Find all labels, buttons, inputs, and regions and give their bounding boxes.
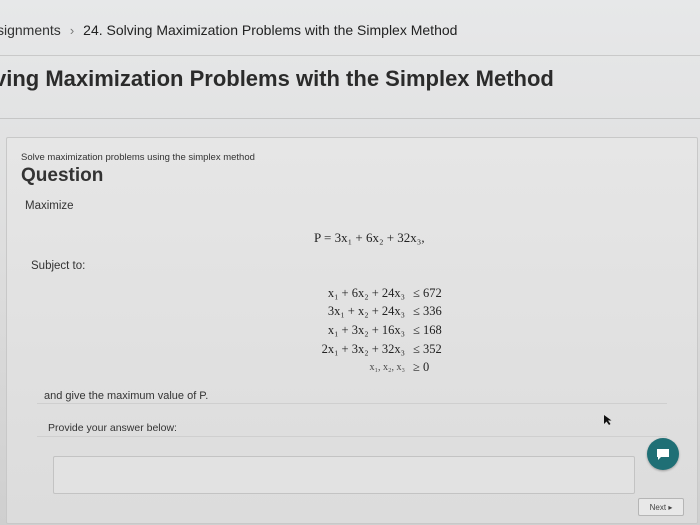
divider bbox=[37, 436, 667, 437]
provide-answer-label: Provide your answer below: bbox=[48, 422, 177, 434]
constraint-rhs: ≤ 352 bbox=[413, 341, 442, 356]
maximize-label: Maximize bbox=[25, 200, 74, 212]
constraint-rhs: ≥ 0 bbox=[413, 360, 430, 375]
answer-input[interactable] bbox=[53, 456, 635, 494]
constraint-lhs: 2x₁ + 3x₂ + 32x₃ bbox=[321, 341, 405, 356]
constraint-row: x₁ + 6x₂ + 24x₃ ≤ 672 bbox=[297, 284, 463, 303]
page-title: ving Maximization Problems with the Simp… bbox=[0, 66, 554, 91]
question-card: Solve maximization problems using the si… bbox=[6, 137, 698, 524]
constraint-lhs: x₁, x₂, x₃ bbox=[369, 362, 405, 374]
chevron-right-icon: › bbox=[69, 22, 75, 38]
breadcrumb-assignments-link[interactable]: ssignments bbox=[0, 22, 61, 38]
subject-to-label: Subject to: bbox=[31, 260, 86, 272]
question-subtitle: Solve maximization problems using the si… bbox=[21, 152, 255, 163]
constraint-lhs: 3x₁ + x₂ + 24x₃ bbox=[327, 304, 405, 319]
help-chat-button[interactable] bbox=[647, 438, 679, 470]
constraint-rhs: ≤ 672 bbox=[413, 285, 442, 300]
breadcrumb-current: 24. Solving Maximization Problems with t… bbox=[83, 22, 458, 38]
next-button[interactable]: Next ▸ bbox=[638, 498, 684, 516]
constraints-system: x₁ + 6x₂ + 24x₃ ≤ 672 3x₁ + x₂ + 24x₃ ≤ … bbox=[297, 284, 463, 377]
divider bbox=[37, 403, 667, 404]
constraint-row-nonnegativity: x₁, x₂, x₃ ≥ 0 bbox=[297, 358, 463, 377]
question-heading: Question bbox=[21, 165, 104, 186]
constraint-row: x₁ + 3x₂ + 16x₃ ≤ 168 bbox=[297, 321, 463, 340]
breadcrumb: ssignments › 24. Solving Maximization Pr… bbox=[0, 22, 457, 38]
constraint-row: 3x₁ + x₂ + 24x₃ ≤ 336 bbox=[297, 303, 463, 322]
header-divider bbox=[0, 55, 700, 56]
constraint-lhs: x₁ + 6x₂ + 24x₃ bbox=[327, 285, 405, 300]
chat-help-icon bbox=[657, 449, 669, 460]
constraint-lhs: x₁ + 3x₂ + 16x₃ bbox=[327, 322, 405, 337]
answer-prompt: and give the maximum value of P. bbox=[44, 390, 209, 402]
objective-function: P = 3x₁ + 6x₂ + 32x₃, bbox=[314, 230, 425, 245]
constraint-row: 2x₁ + 3x₂ + 32x₃ ≤ 352 bbox=[297, 340, 463, 359]
cursor-icon bbox=[604, 415, 612, 425]
title-divider bbox=[0, 118, 700, 119]
constraint-rhs: ≤ 336 bbox=[413, 304, 442, 319]
constraint-rhs: ≤ 168 bbox=[413, 322, 442, 337]
